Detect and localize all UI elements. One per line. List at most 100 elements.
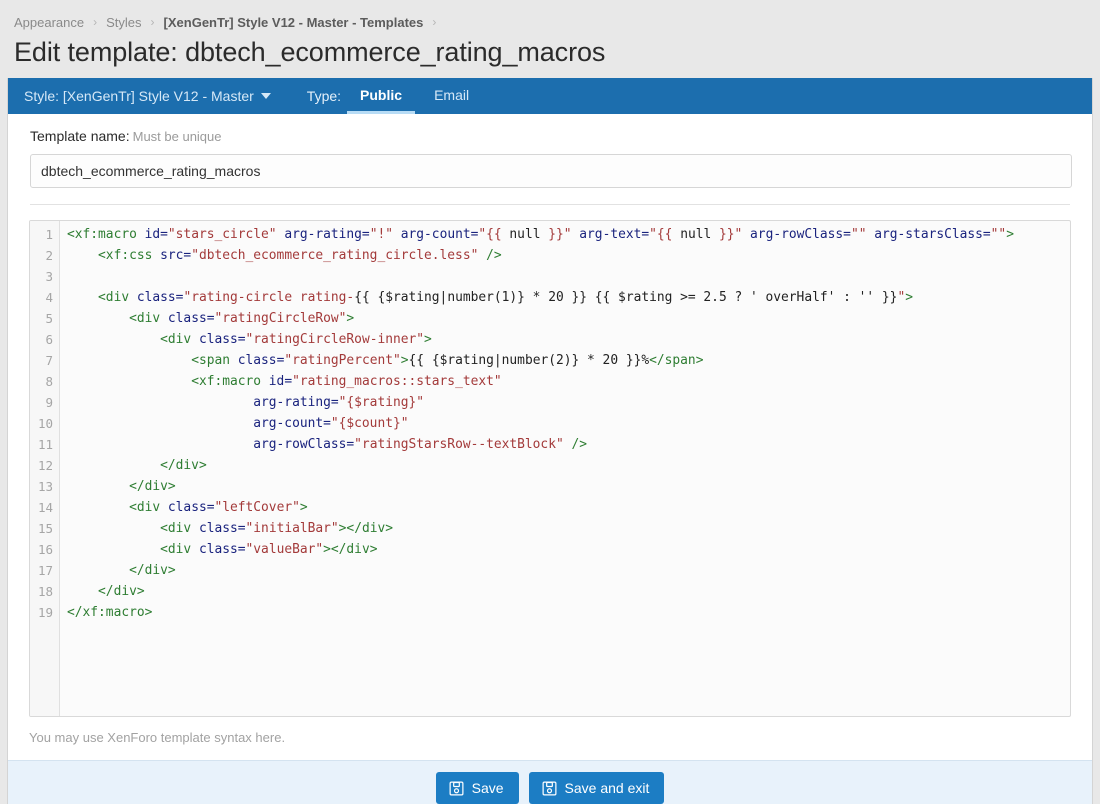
code-token: <div [129, 500, 168, 515]
save-button-label: Save [471, 780, 504, 796]
app-page: Appearance › Styles › [XenGenTr] Style V… [0, 0, 1100, 804]
template-name-input[interactable] [30, 154, 1072, 188]
code-token: "rating_macros::stars_text" [292, 374, 502, 389]
code-token: class= [167, 311, 215, 326]
template-name-label-text: Template name: [30, 128, 130, 144]
code-token: <xf:macro [191, 374, 269, 389]
code-token: "!" [369, 227, 393, 242]
template-toolbar: Style: [XenGenTr] Style V12 - Master Typ… [8, 78, 1092, 114]
template-name-hint: Must be unique [132, 129, 222, 144]
code-token: <div [160, 542, 199, 557]
code-token: "{$count}" [330, 416, 409, 431]
code-token: }}" [540, 227, 572, 242]
code-token: "leftCover" [214, 500, 300, 515]
breadcrumb-separator-icon: › [93, 15, 98, 29]
code-token: arg-rowClass= [750, 227, 851, 242]
breadcrumb-item-styles[interactable]: Styles [106, 15, 141, 30]
code-token: > [346, 311, 355, 326]
code-token: "stars_circle" [167, 227, 277, 242]
page-title: Edit template: dbtech_ecommerce_rating_m… [14, 37, 606, 67]
code-token: <div [160, 332, 199, 347]
line-number-gutter: 1 2 3 4 5 6 7 8 9 10 11 12 13 14 15 16 17 18 19 [30, 221, 60, 716]
floppy-disk-icon [449, 781, 464, 796]
code-token: class= [198, 542, 246, 557]
code-token: "ratingCircleRow" [214, 311, 347, 326]
code-line: arg-count="{$count}" [67, 413, 1070, 434]
code-token: <xf:css [98, 248, 161, 263]
template-name-label: Template name: Must be unique [30, 128, 1070, 144]
code-token: arg-count= [253, 416, 331, 431]
code-token: > [400, 353, 409, 368]
code-line: </div> [67, 476, 1070, 497]
code-token: arg-count= [400, 227, 479, 242]
code-token: "valueBar" [245, 542, 324, 557]
code-token: id= [268, 374, 293, 389]
code-token: class= [136, 290, 184, 305]
code-token: "{{ [478, 227, 510, 242]
code-token: > [299, 500, 308, 515]
code-line: <div class="initialBar"></div> [67, 518, 1070, 539]
code-token: "ratingPercent" [284, 353, 401, 368]
code-token: arg-rating= [284, 227, 370, 242]
breadcrumb: Appearance › Styles › [XenGenTr] Style V… [0, 0, 1100, 32]
code-token: arg-starsClass= [874, 227, 991, 242]
tab-email-label: Email [434, 86, 470, 103]
code-token: <div [129, 311, 168, 326]
code-token: "" [990, 227, 1007, 242]
save-and-exit-button[interactable]: Save and exit [528, 772, 665, 804]
code-line: <div class="ratingCircleRow"> [67, 308, 1070, 329]
code-token: "rating-circle rating- [183, 290, 355, 305]
code-token: null [509, 227, 541, 242]
code-editor[interactable]: 1 2 3 4 5 6 7 8 9 10 11 12 13 14 15 16 17 18 19 <xf:macro … [29, 220, 1071, 717]
code-token: "dbtech_ecommerce_rating_circle.less" [191, 248, 479, 263]
code-token: class= [167, 500, 215, 515]
code-token: src= [160, 248, 192, 263]
code-token: arg-rowClass= [253, 437, 355, 452]
breadcrumb-item-appearance[interactable]: Appearance [14, 15, 84, 30]
line-number: 2 [45, 248, 53, 263]
style-selector-label: Style: [XenGenTr] Style V12 - Master [24, 88, 254, 104]
line-number: 13 [37, 479, 53, 494]
tab-public[interactable]: Public [347, 78, 416, 114]
code-token: arg-text= [579, 227, 650, 242]
code-token: </div> [160, 458, 207, 473]
code-token: <div [98, 290, 137, 305]
code-token: null [680, 227, 712, 242]
code-token: "ratingStarsRow--textBlock" [354, 437, 564, 452]
breadcrumb-item-style-templates[interactable]: [XenGenTr] Style V12 - Master - Template… [164, 15, 424, 30]
line-number: 18 [37, 584, 53, 599]
line-number: 5 [45, 311, 53, 326]
breadcrumb-separator-icon: › [432, 15, 437, 29]
style-selector-dropdown[interactable]: Style: [XenGenTr] Style V12 - Master [24, 78, 275, 114]
code-token: </div> [129, 479, 176, 494]
line-number: 12 [37, 458, 53, 473]
code-token: "initialBar" [245, 521, 339, 536]
line-number: 1 [45, 227, 53, 242]
line-number: 8 [45, 374, 53, 389]
code-token: /> [486, 248, 502, 263]
code-token: ></div> [323, 542, 378, 557]
code-token: id= [144, 227, 168, 242]
code-token: </span> [649, 353, 704, 368]
code-token: }}" [711, 227, 743, 242]
code-token: class= [198, 521, 246, 536]
line-number: 9 [45, 395, 53, 410]
tab-email[interactable]: Email [421, 78, 482, 114]
save-button[interactable]: Save [435, 772, 519, 804]
save-and-exit-button-label: Save and exit [564, 780, 650, 796]
code-content[interactable]: <xf:macro id="stars_circle" arg-rating="… [60, 221, 1070, 716]
code-line: <xf:macro id="rating_macros::stars_text" [67, 371, 1070, 392]
